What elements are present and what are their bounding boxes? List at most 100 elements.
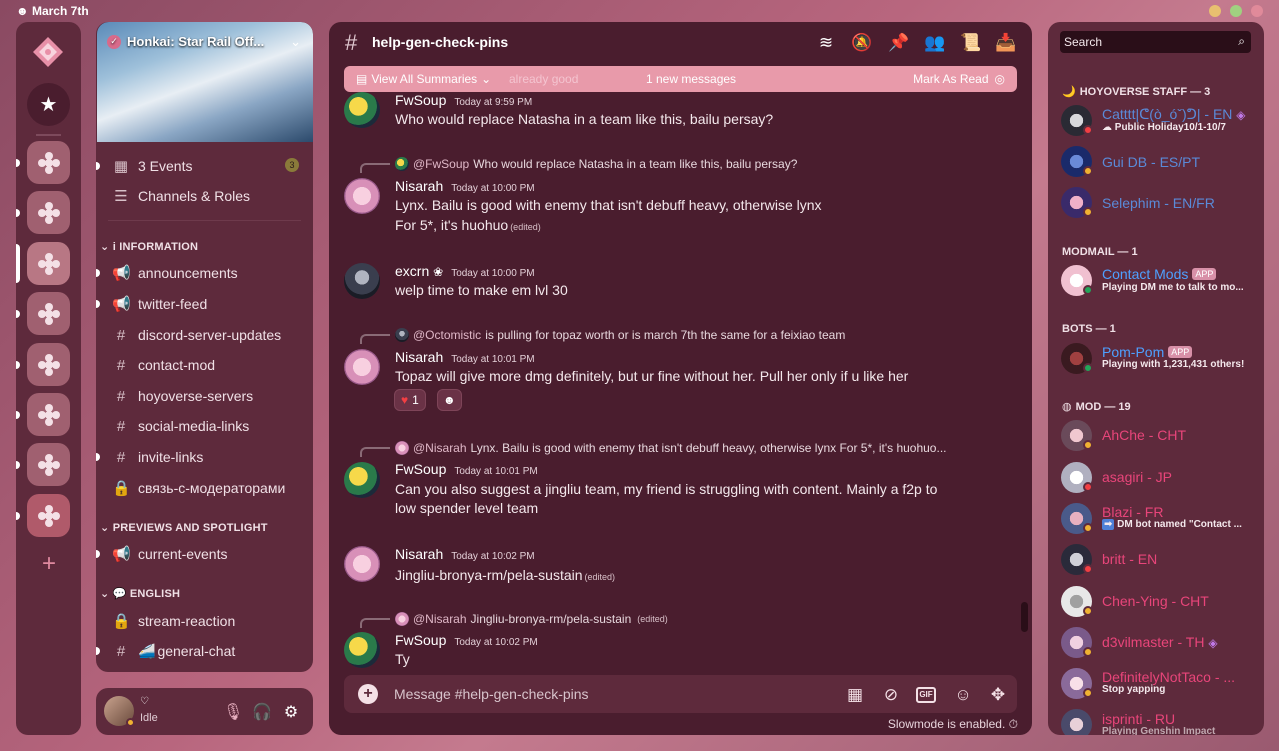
server-icon[interactable] [16,191,70,234]
hash-icon: # [116,448,126,466]
category-information[interactable]: ⌄ i INFORMATION [100,240,198,253]
gear-icon[interactable]: ⚙ [281,702,301,722]
avatar[interactable] [344,546,380,582]
mic-muted-icon[interactable]: 🎙 [223,702,243,722]
member-activity: Stop yapping [1102,684,1166,695]
view-summaries-button[interactable]: ▤ View All Summaries ⌄ [356,72,491,86]
category-previews[interactable]: ⌄ PREVIEWS AND SPOTLIGHT [100,521,268,534]
message-text: Jingliu-bronya-rm/pela-sustain (edited) [395,567,616,583]
avatar[interactable] [344,349,380,385]
reply-preview[interactable]: @Octomistic is pulling for topaz worth or… [395,328,845,342]
events-item[interactable]: ▦ 3 Events [112,154,193,178]
lock-icon: 🔒 [112,480,131,497]
message-author[interactable]: Nisarah Today at 10:01 PM [395,349,535,365]
server-banner[interactable]: ✓ Honkai: Star Rail Off... ⌄ [97,22,313,142]
message-author[interactable]: FwSoup Today at 10:01 PM [395,461,538,477]
user-status: Idle [140,712,158,724]
member-name[interactable]: DefinitelyNotTaco - ... [1102,669,1235,685]
mark-as-read-button[interactable]: Mark As Read ◎ [913,72,1005,86]
server-icon[interactable] [16,494,70,537]
gif-icon[interactable]: GIF [916,687,936,703]
chevron-down-icon[interactable]: ⌄ [290,34,301,50]
member-name[interactable]: d3vilmaster - TH ◈ [1102,634,1218,650]
reply-preview[interactable]: @Nisarah Jingliu-bronya-rm/pela-sustain (e… [395,612,668,626]
channel-current-events[interactable]: 📢 current-events [112,542,227,566]
headphones-muted-icon[interactable]: 🎧 [252,702,272,722]
message-author[interactable]: FwSoup Today at 10:02 PM [395,632,538,648]
minimize-button[interactable] [1209,5,1221,17]
channel-social-media-links[interactable]: # social-media-links [112,414,249,438]
channel-contact-moderators-ru[interactable]: 🔒 связь-с-модераторами [112,476,285,500]
events-count-badge: 3 [285,158,299,172]
member-name[interactable]: isprinti - RU [1102,711,1175,727]
member-name[interactable]: Gui DB - ES/PT [1102,154,1200,170]
server-icon[interactable] [16,443,70,486]
avatar[interactable] [344,178,380,214]
channel-stream-reaction[interactable]: 🔒 stream-reaction [112,609,235,633]
server-icon[interactable] [16,343,70,386]
member-name[interactable]: britt - EN [1102,551,1157,567]
megaphone-icon: 📢 [112,265,131,282]
server-icon[interactable] [16,141,70,184]
pin-icon[interactable]: 📌 [888,32,910,54]
member-name[interactable]: Selephim - EN/FR [1102,195,1215,211]
channel-general-chat[interactable]: # 🚄 general-chat [112,639,235,663]
close-button[interactable] [1251,5,1263,17]
user-name-icon: ♡ [140,696,149,707]
avatar[interactable] [344,632,380,668]
apps-icon[interactable]: ✥ [987,684,1009,706]
threads-icon[interactable]: ≋ [815,32,837,54]
member-name[interactable]: asagiri - JP [1102,469,1172,485]
emoji-icon[interactable]: ☺ [952,684,974,706]
member-name[interactable]: AhChe - CHT [1102,427,1186,443]
message-author[interactable]: Nisarah Today at 10:02 PM [395,546,535,562]
member-name[interactable]: Blazi - FR [1102,504,1163,520]
heart-reaction[interactable]: ♥ 1 [394,389,426,411]
app-logo-icon[interactable] [32,36,64,68]
message-input[interactable]: Message #help-gen-check-pins [394,686,589,702]
channel-discord-server-updates[interactable]: # discord-server-updates [112,323,281,347]
reply-preview[interactable]: @Nisarah Lynx. Bailu is good with enemy t… [395,441,946,455]
server-icon-active[interactable] [16,242,70,285]
notifications-muted-icon[interactable]: 🔕 [851,32,873,54]
attach-plus-icon[interactable]: + [358,684,378,704]
add-server-plus-icon[interactable]: + [37,552,61,576]
avatar[interactable] [344,263,380,299]
server-icon[interactable] [16,393,70,436]
scrollbar-thumb[interactable] [1021,602,1028,632]
stopwatch-icon: ⏱ [1008,717,1018,731]
message-author[interactable]: Nisarah Today at 10:00 PM [395,178,535,194]
gift-off-icon[interactable]: ⊘ [880,684,902,706]
category-english[interactable]: ⌄ 💬 ENGLISH [100,587,180,600]
members-icon[interactable]: 👥 [924,32,946,54]
message-author[interactable]: FwSoup Today at 9:59 PM [395,92,532,108]
search-input[interactable]: Search ⌕ [1060,31,1251,53]
message-author[interactable]: excrn ❀ Today at 10:00 PM [395,263,535,279]
avatar[interactable] [344,462,380,498]
channel-hoyoverse-servers[interactable]: # hoyoverse-servers [112,384,253,408]
channel-twitter-feed[interactable]: 📢 twitter-feed [112,292,207,316]
member-name[interactable]: Contact Mods APP [1102,266,1217,282]
new-messages-bar[interactable]: ▤ View All Summaries ⌄ already good 1 new … [344,66,1017,92]
channel-contact-mod[interactable]: # contact-mod [112,353,215,377]
calendar-icon[interactable]: ▦ [844,684,866,706]
calendar-icon: ▦ [113,158,129,175]
channels-roles-item[interactable]: ☰ Channels & Roles [112,184,250,208]
channel-announcements[interactable]: 📢 announcements [112,261,238,285]
server-icon[interactable] [16,292,70,335]
avatar[interactable] [1061,709,1092,735]
avatar[interactable] [344,92,380,128]
reply-preview[interactable]: @FwSoup Who would replace Natasha in a te… [395,157,797,171]
member-name[interactable]: Pom-Pom APP [1102,344,1193,360]
idle-status-icon [126,718,135,727]
inbox-icon[interactable]: 📥 [995,32,1017,54]
maximize-button[interactable] [1230,5,1242,17]
channel-invite-links[interactable]: # invite-links [112,445,204,469]
member-name[interactable]: Chen-Ying - CHT [1102,593,1209,609]
arrow-right-icon: ➡ [1102,519,1115,530]
member-name[interactable]: Catttt|ᕦ(ò_óˇ)ᕤ| - EN ◈ [1102,106,1246,123]
summaries-icon[interactable]: 📜 [960,32,982,54]
add-reaction-button[interactable]: ☻ [437,389,462,411]
favorites-star-icon[interactable]: ★ [27,83,70,126]
megaphone-icon: 📢 [112,296,131,313]
